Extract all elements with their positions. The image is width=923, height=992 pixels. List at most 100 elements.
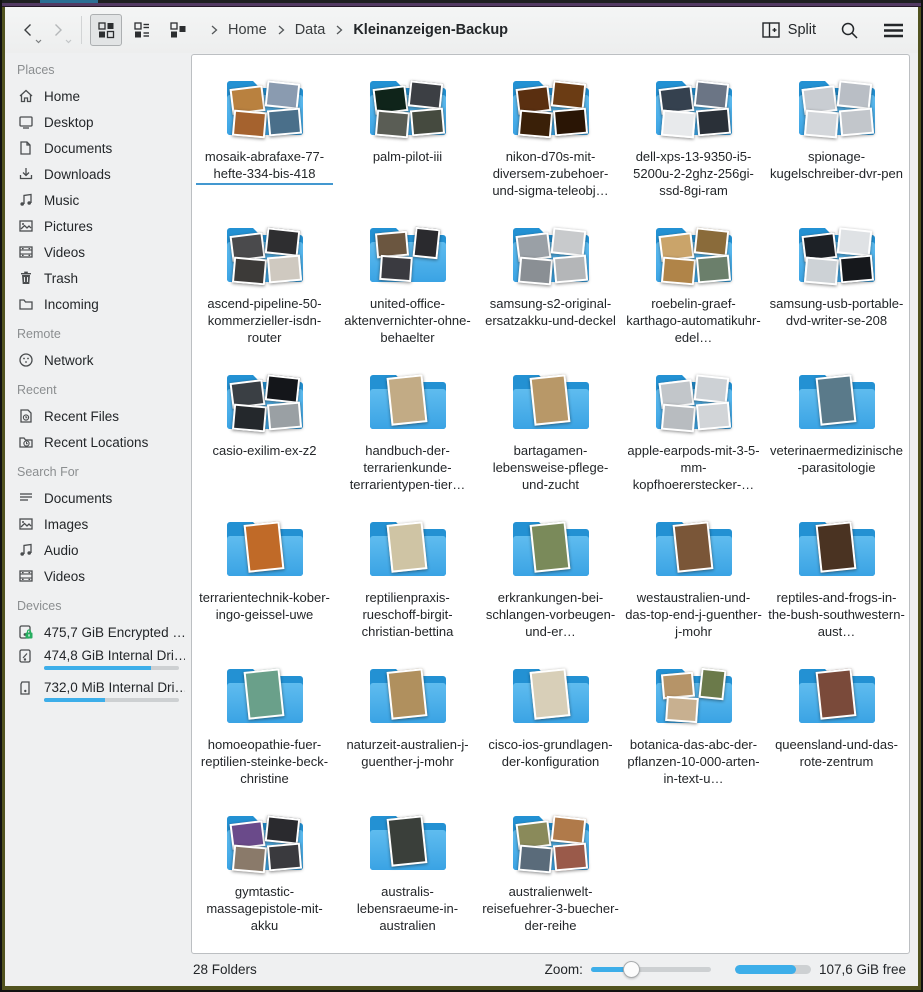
dolphin-window: Home Data Kleinanzeigen-Backup Split [5,7,918,986]
window-frame: Home Data Kleinanzeigen-Backup Split [0,0,923,992]
sidebar-item-music[interactable]: Music [15,187,185,213]
folder-item[interactable]: casio-exilim-ex-z2 [193,361,336,508]
sidebar-item-drive-internal[interactable]: 474,8 GiB Internal Dri… [15,645,185,677]
folder-item[interactable]: spionage-kugelschreiber-dvr-pen [765,67,908,214]
breadcrumb-chevron-icon [208,25,220,35]
zoom-slider[interactable] [591,961,711,977]
details-view-button[interactable] [126,14,158,46]
photo-thumb [266,843,301,872]
sidebar-section-title: Recent [17,383,185,397]
photo-thumb [266,108,301,137]
photo-thumb [517,110,552,139]
zoom-slider-handle[interactable] [623,961,640,978]
folder-item[interactable]: united-office-aktenvernichter-ohne-behae… [336,214,479,361]
videos-icon [17,244,34,261]
sidebar-item-recent-locations[interactable]: Recent Locations [15,429,185,455]
photo-thumb [660,672,694,700]
photo-thumb [695,255,730,284]
folder-icon [648,655,740,733]
sidebar-item-videos[interactable]: Videos [15,239,185,265]
breadcrumb-home[interactable]: Home [222,18,273,42]
photo-thumb [266,402,301,431]
sidebar-item-search-audio[interactable]: Audio [15,537,185,563]
tree-view-button[interactable] [162,14,194,46]
folder-name: palm-pilot-iii [373,148,442,165]
sidebar-item-drive-sd[interactable]: 732,0 MiB Internal Dri… [15,677,185,709]
sidebar-item-drive-encrypted[interactable]: 475,7 GiB Encrypted … [15,619,185,645]
sidebar-item-home[interactable]: Home [15,83,185,109]
downloads-icon [17,166,34,183]
photo-thumb [693,374,729,403]
folder-item[interactable]: palm-pilot-iii [336,67,479,214]
icons-view-button[interactable] [90,14,122,46]
folder-item[interactable]: veterinaermedizinische-parasitologie [765,361,908,508]
menu-button[interactable] [878,15,908,45]
folder-item[interactable]: naturzeit-australien-j-guenther-j-mohr [336,655,479,802]
folder-item[interactable]: reptiles-and-frogs-in-the-bush-southwest… [765,508,908,655]
folder-name: westaustralien-und-das-top-end-j-guenthe… [625,589,762,640]
folder-item[interactable]: ascend-pipeline-50-kommerzieller-isdn-ro… [193,214,336,361]
folder-icon [362,508,454,586]
folder-item[interactable]: samsung-s2-original-ersatzakku-und-decke… [479,214,622,361]
photo-thumb [243,668,284,720]
folder-icon [791,67,883,145]
breadcrumb-data[interactable]: Data [289,18,332,42]
sidebar-item-pictures[interactable]: Pictures [15,213,185,239]
folder-icon [219,802,311,880]
photo-thumb [803,257,838,286]
folder-view-panel[interactable]: mosaik-abrafaxe-77-hefte-334-bis-418 pal… [191,54,910,954]
split-button[interactable]: Split [758,18,820,43]
search-icon [840,21,859,40]
folder-item[interactable]: nikon-d70s-mit-diversem-zubehoer-und-sig… [479,67,622,214]
breadcrumb-chevron-icon [275,25,287,35]
folder-name: dell-xps-13-9350-i5-5200u-2-2ghz-256gi-s… [625,148,762,199]
breadcrumb-current-folder[interactable]: Kleinanzeigen-Backup [347,18,514,42]
folder-item[interactable]: bartagamen-lebensweise-pflege-und-zucht [479,361,622,508]
folder-item[interactable]: queensland-und-das-rote-zentrum [765,655,908,802]
folder-item[interactable]: dell-xps-13-9350-i5-5200u-2-2ghz-256gi-s… [622,67,765,214]
photo-thumb [517,257,552,286]
folder-item[interactable]: handbuch-der-terrarienkunde-terrarientyp… [336,361,479,508]
search-button[interactable] [834,15,864,45]
folder-item[interactable]: terrarientechnik-kober-ingo-geissel-uwe [193,508,336,655]
folder-item[interactable]: botanica-das-abc-der-pflanzen-10-000-art… [622,655,765,802]
sidebar-item-label: Recent Files [44,409,119,424]
search-audio-icon [17,542,34,559]
folder-icon [791,214,883,292]
folder-item[interactable]: gymtastic-massagepistole-mit-akku [193,802,336,949]
folder-icon [505,67,597,145]
sidebar-item-search-images[interactable]: Images [15,511,185,537]
sidebar-item-search-videos[interactable]: Videos [15,563,185,589]
folder-item[interactable]: australienwelt-reisefuehrer-3-buecher-de… [479,802,622,949]
folder-item[interactable]: cisco-ios-grundlagen-der-konfiguration [479,655,622,802]
sidebar-item-label: Downloads [44,167,111,182]
folder-item[interactable]: westaustralien-und-das-top-end-j-guenthe… [622,508,765,655]
sidebar-item-downloads[interactable]: Downloads [15,161,185,187]
folder-item[interactable]: samsung-usb-portable-dvd-writer-se-208 [765,214,908,361]
folder-item[interactable]: roebelin-graef-karthago-automatikuhr-ede… [622,214,765,361]
forward-dropdown-icon[interactable] [65,39,72,44]
sidebar-item-recent-files[interactable]: Recent Files [15,403,185,429]
folder-item[interactable]: apple-earpods-mit-3-5-mm-kopfhoerersteck… [622,361,765,508]
sidebar-item-incoming[interactable]: Incoming [15,291,185,317]
photo-thumb [231,257,266,286]
sidebar-item-documents[interactable]: Documents [15,135,185,161]
folder-item[interactable]: australis-lebensraeume-in-australien [336,802,479,949]
back-dropdown-icon[interactable] [35,39,42,44]
sidebar-item-search-documents[interactable]: Documents [15,485,185,511]
folder-item[interactable]: mosaik-abrafaxe-77-hefte-334-bis-418 [193,67,336,214]
photo-thumb [409,108,444,137]
forward-button[interactable] [43,14,73,46]
items-count-label: 28 Folders [193,962,257,977]
sidebar-item-network[interactable]: Network [15,347,185,373]
sidebar-item-trash[interactable]: Trash [15,265,185,291]
folder-item[interactable]: reptilienpraxis-rueschoff-birgit-christi… [336,508,479,655]
back-button[interactable] [13,14,43,46]
search-videos-icon [17,568,34,585]
sidebar-section-title: Search For [17,465,185,479]
folder-item[interactable]: erkrankungen-bei-schlangen-vorbeugen-und… [479,508,622,655]
sidebar-item-desktop[interactable]: Desktop [15,109,185,135]
folder-icon [219,508,311,586]
folder-item[interactable]: homoeopathie-fuer-reptilien-steinke-beck… [193,655,336,802]
photo-thumb [660,404,695,433]
